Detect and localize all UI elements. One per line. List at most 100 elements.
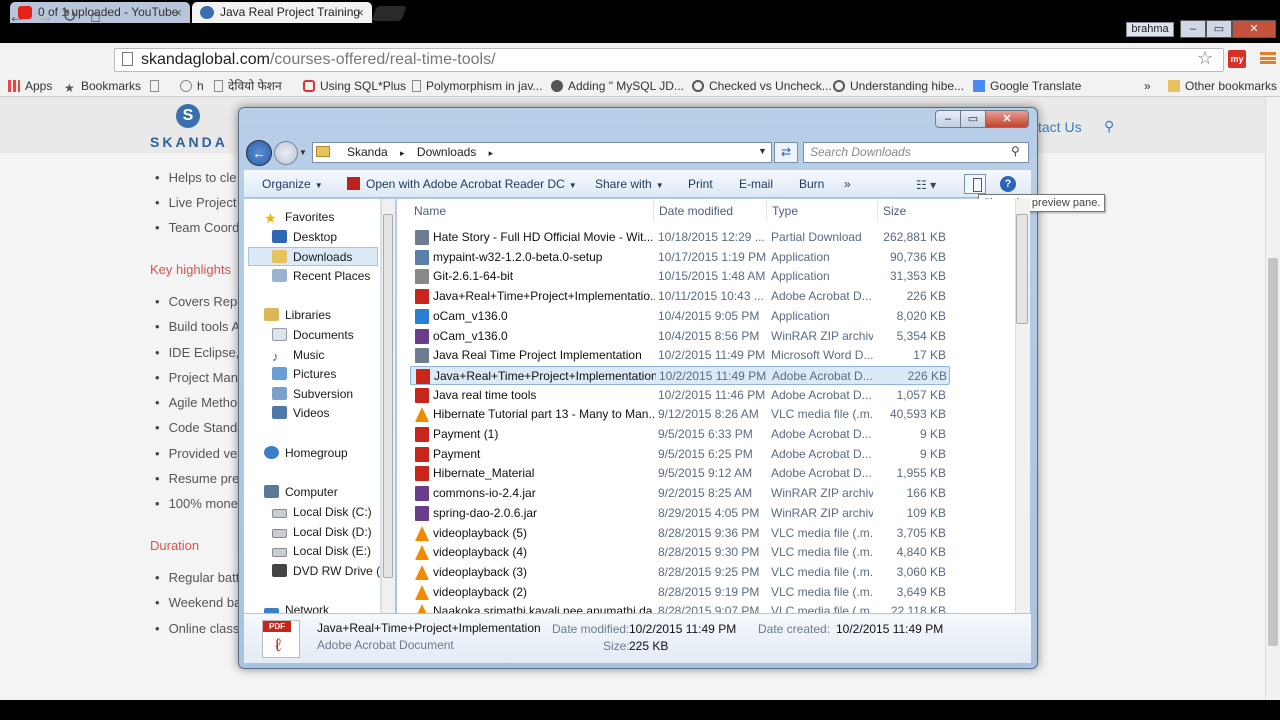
nav-pictures[interactable]: Pictures xyxy=(272,367,336,381)
preview-pane-button[interactable] xyxy=(964,174,986,194)
address-bar[interactable]: skandaglobal.com/courses-offered/real-ti… xyxy=(114,48,1224,72)
search-icon[interactable]: ⚲ xyxy=(1104,118,1114,135)
file-row[interactable]: spring-dao-2.0.6.jar 8/29/2015 4:05 PM Win… xyxy=(410,504,950,523)
nav-music[interactable]: ♪ Music xyxy=(272,348,324,363)
bookmark-blank[interactable] xyxy=(150,78,164,94)
bookmark-hibernate[interactable]: Understanding hibe... xyxy=(833,78,964,94)
bookmark-h[interactable]: h xyxy=(180,78,204,94)
column-separator[interactable] xyxy=(653,201,654,221)
nav-homegroup[interactable]: Homegroup xyxy=(264,446,348,460)
file-row[interactable]: mypaint-w32-1.2.0-beta.0-setup 10/17/2015… xyxy=(410,248,950,267)
bookmark-apps[interactable]: Apps xyxy=(8,78,52,94)
file-row[interactable]: Java+Real+Time+Project+Implementation 10/… xyxy=(410,366,950,385)
column-header-size[interactable]: Size xyxy=(883,204,906,218)
organize-button[interactable]: Organize ▼ xyxy=(262,177,323,191)
site-logo-text[interactable]: SKANDA xyxy=(150,134,228,150)
breadcrumb-separator-icon[interactable]: ▸ xyxy=(489,148,494,158)
file-row[interactable]: Payment (1) 9/5/2015 6:33 PM Adobe Acrobat… xyxy=(410,425,950,444)
search-icon[interactable]: ⚲ xyxy=(1011,144,1020,158)
nav-disk-c[interactable]: Local Disk (C:) xyxy=(272,505,372,519)
chrome-menu-icon[interactable] xyxy=(1260,52,1276,64)
history-dropdown-icon[interactable]: ▼ xyxy=(299,148,307,157)
nav-scroll-thumb[interactable] xyxy=(383,214,393,578)
nav-contact-us[interactable]: tact Us xyxy=(1038,119,1082,135)
home-icon[interactable]: ⌂ xyxy=(90,6,101,27)
close-window-icon[interactable]: ✕ xyxy=(1232,20,1276,38)
chevron-down-icon[interactable]: ▼ xyxy=(758,146,767,156)
bookmark-sqlplus[interactable]: Using SQL*Plus xyxy=(303,78,406,94)
forward-icon[interactable] xyxy=(274,141,298,165)
file-row[interactable]: Payment 9/5/2015 6:25 PM Adobe Acrobat D..… xyxy=(410,445,950,464)
column-separator[interactable] xyxy=(766,201,767,221)
column-separator[interactable] xyxy=(877,201,878,221)
nav-favorites[interactable]: ★ Favorites xyxy=(264,210,334,225)
open-with-button[interactable]: Open with Adobe Acrobat Reader DC ▼ xyxy=(347,177,577,191)
column-header-name[interactable]: Name xyxy=(414,204,446,218)
bookmarks-overflow[interactable]: » xyxy=(1144,78,1151,94)
bookmark-bookmarks[interactable]: ★ Bookmarks xyxy=(64,78,141,94)
print-button[interactable]: Print xyxy=(688,177,713,191)
file-row[interactable]: Java+Real+Time+Project+Implementatio... 1… xyxy=(410,287,950,306)
more-commands-button[interactable]: » xyxy=(844,177,851,191)
file-row[interactable]: oCam_v136.0 10/4/2015 8:56 PM WinRAR ZIP a… xyxy=(410,327,950,346)
explorer-address-bar[interactable]: Skanda ▸ Downloads ▸ xyxy=(312,142,772,163)
column-header-date[interactable]: Date modified xyxy=(659,204,733,218)
minimize-icon[interactable]: – xyxy=(935,110,961,128)
column-header-type[interactable]: Type xyxy=(772,204,798,218)
profile-badge[interactable]: brahma xyxy=(1126,22,1174,37)
file-row[interactable]: Hibernate Tutorial part 13 - Many to Man… xyxy=(410,405,950,424)
nav-computer[interactable]: Computer xyxy=(264,485,338,499)
file-row[interactable]: Hibernate_Material 9/5/2015 9:12 AM Adobe … xyxy=(410,464,950,483)
bookmark-polymorphism[interactable]: Polymorphism in jav... xyxy=(412,78,542,94)
bookmark-translate[interactable]: Google Translate xyxy=(973,78,1081,94)
nav-desktop[interactable]: Desktop xyxy=(272,230,337,244)
tab-java-project[interactable]: Java Real Project Training × xyxy=(192,2,372,23)
nav-recent-places[interactable]: Recent Places xyxy=(272,269,370,283)
burn-button[interactable]: Burn xyxy=(799,177,824,191)
page-icon[interactable] xyxy=(122,52,133,66)
file-row[interactable]: videoplayback (5) 8/28/2015 9:36 PM VLC me… xyxy=(410,524,950,543)
nav-libraries[interactable]: Libraries xyxy=(264,308,331,322)
back-icon[interactable]: ← xyxy=(8,6,26,27)
breadcrumb-downloads[interactable]: Downloads xyxy=(417,145,476,159)
help-icon[interactable]: ? xyxy=(1000,176,1016,192)
bookmark-hindi[interactable]: देवियो फेशन xyxy=(214,78,282,94)
file-row[interactable]: videoplayback (3) 8/28/2015 9:25 PM VLC me… xyxy=(410,563,950,582)
file-row[interactable]: videoplayback (4) 8/28/2015 9:30 PM VLC me… xyxy=(410,543,950,562)
close-icon[interactable]: ✕ xyxy=(985,110,1029,128)
extension-icon[interactable]: my xyxy=(1228,50,1246,68)
bookmark-mysql[interactable]: Adding " MySQL JD... xyxy=(551,78,684,94)
search-input[interactable]: Search Downloads xyxy=(803,142,1029,163)
file-row[interactable]: videoplayback (2) 8/28/2015 9:19 PM VLC me… xyxy=(410,583,950,602)
nav-disk-e[interactable]: Local Disk (E:) xyxy=(272,544,371,558)
file-list-scroll-thumb[interactable] xyxy=(1016,214,1028,324)
file-row[interactable]: Java Real Time Project Implementation 10/… xyxy=(410,346,950,365)
bookmark-checked[interactable]: Checked vs Uncheck... xyxy=(692,78,832,94)
breadcrumb-skanda[interactable]: Skanda xyxy=(347,145,388,159)
reload-icon[interactable]: ↻ xyxy=(62,6,77,27)
maximize-icon[interactable]: ▭ xyxy=(960,110,986,128)
refresh-icon[interactable]: ⇄ xyxy=(774,142,798,163)
breadcrumb-separator-icon[interactable]: ▸ xyxy=(400,148,405,158)
minimize-icon[interactable]: – xyxy=(1180,20,1206,38)
bookmark-other[interactable]: Other bookmarks xyxy=(1168,78,1277,94)
share-with-button[interactable]: Share with ▼ xyxy=(595,177,664,191)
file-row[interactable]: Git-2.6.1-64-bit 10/15/2015 1:48 AM Applic… xyxy=(410,267,950,286)
nav-downloads[interactable]: Downloads xyxy=(272,250,352,264)
file-row[interactable]: Hate Story - Full HD Official Movie - Wi… xyxy=(410,228,950,247)
new-tab-button[interactable] xyxy=(371,6,407,21)
file-row[interactable]: commons-io-2.4.jar 9/2/2015 8:25 AM WinRAR… xyxy=(410,484,950,503)
forward-icon[interactable]: → xyxy=(36,6,54,27)
nav-subversion[interactable]: Subversion xyxy=(272,387,353,401)
skanda-logo-icon[interactable]: S xyxy=(176,104,200,128)
nav-documents[interactable]: Documents xyxy=(272,328,354,342)
nav-videos[interactable]: Videos xyxy=(272,406,329,420)
close-tab-icon[interactable]: × xyxy=(356,2,364,23)
page-scroll-thumb[interactable] xyxy=(1268,258,1278,646)
file-row[interactable]: oCam_v136.0 10/4/2015 9:05 PM Application 8… xyxy=(410,307,950,326)
back-icon[interactable]: ← xyxy=(246,140,272,166)
bookmark-star-icon[interactable]: ☆ xyxy=(1197,48,1213,69)
email-button[interactable]: E-mail xyxy=(739,177,773,191)
file-row[interactable]: Java real time tools 10/2/2015 11:46 PM Ad… xyxy=(410,386,950,405)
maximize-icon[interactable]: ▭ xyxy=(1206,20,1232,38)
